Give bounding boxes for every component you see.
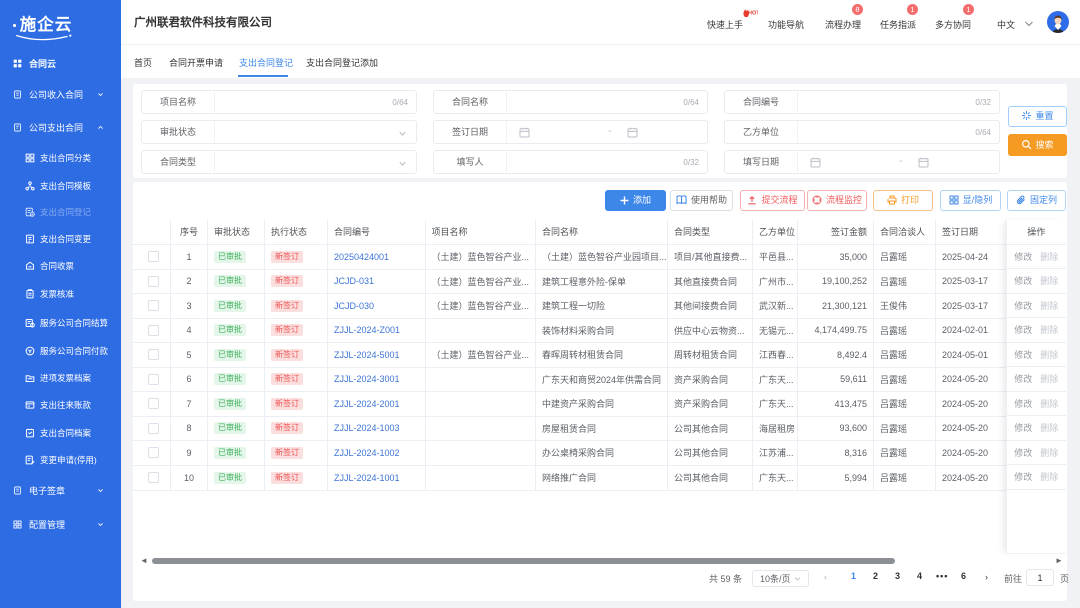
- svg-text:HOT: HOT: [748, 11, 758, 17]
